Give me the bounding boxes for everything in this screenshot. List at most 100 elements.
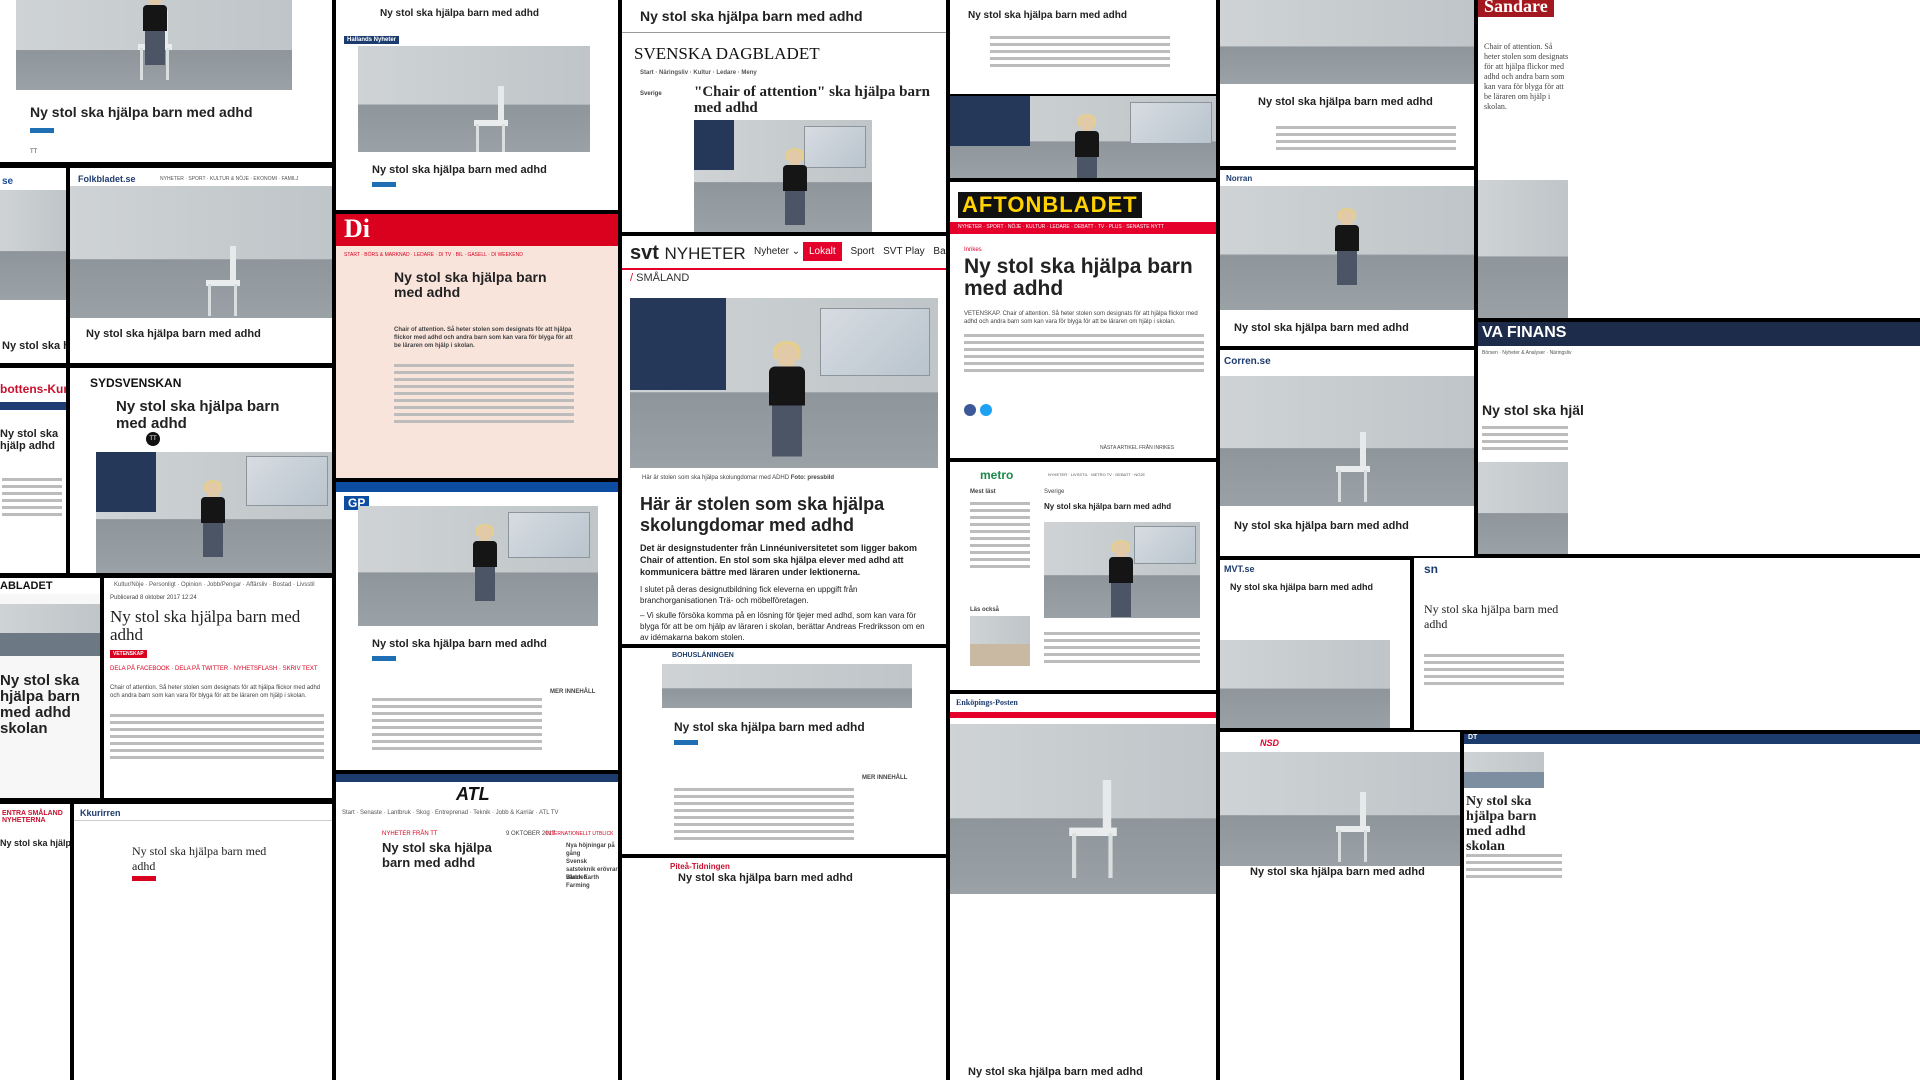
tile-article-08[interactable]: Di START · BÖRS & MARKNAD · LEDARE · DI … [336, 214, 618, 478]
brand-logo: Corren.se [1224, 356, 1271, 367]
top-nav[interactable]: NYHETER · SPORT · KULTUR & NÖJE · EKONOM… [160, 176, 298, 182]
tile-article-10[interactable]: AFTONBLADET NYHETER · SPORT · NÖJE · KUL… [950, 182, 1216, 458]
article-headline[interactable]: Ny stol ska hjälp adhd [0, 428, 66, 452]
tile-article-12[interactable]: SYDSVENSKAN Ny stol ska hjälpa barn med … [70, 368, 332, 573]
article-headline[interactable]: Ny stol ska hjälpa barn med adhd [380, 8, 539, 19]
tile-article-16a[interactable]: Norran Ny stol ska hjälpa barn med adhd [1220, 170, 1474, 346]
tile-article-20[interactable]: Enköpings-Posten Ny stol ska hjälpa barn… [950, 694, 1216, 1080]
twitter-icon[interactable] [980, 404, 992, 416]
chair-image [468, 86, 514, 152]
tile-article-14[interactable]: GP Ny stol ska hjälpa barn med adhd MER … [336, 482, 618, 770]
nav-lokalt[interactable]: Lokalt [802, 242, 842, 261]
top-nav[interactable]: Kultur/Nöje · Personligt · Opinion · Job… [114, 582, 315, 588]
top-nav[interactable]: Start · Näringsliv · Kultur · Ledare · M… [640, 70, 757, 76]
article-headline[interactable]: Ny stol ska hjäl [1482, 402, 1584, 418]
article-headline[interactable]: Ny stol ska hjälpa barn med adhd [1234, 520, 1409, 532]
article-headline[interactable]: Ny stol ska hjälpa barn med adhd [678, 872, 853, 884]
aside-item[interactable]: Black Earth Farming [566, 874, 618, 890]
article-photo [358, 46, 590, 152]
side-photo [970, 616, 1030, 666]
article-photo [694, 120, 872, 232]
article-headline[interactable]: Ny stol ska hjälpa barn med adhd [116, 398, 306, 432]
tile-article-11[interactable]: Ny stol ska hjälpa barn med adhd [1220, 0, 1474, 166]
tile-article-02[interactable]: Ny stol ska hjälpa barn med adhd Halland… [336, 0, 618, 210]
top-nav[interactable]: Börsen · Nyheter & Analyser · Näringsliv [1482, 350, 1572, 356]
tile-article-22[interactable]: sn Ny stol ska hjälpa barn med adhd [1414, 558, 1920, 730]
tile-article-23[interactable]: ATL Start · Senaste · Lantbruk · Skog · … [336, 774, 618, 1080]
tile-article-19[interactable]: BOHUSLÄNINGEN Ny stol ska hjälpa barn me… [622, 648, 946, 854]
top-nav[interactable]: NYHETER · LIVSSTIL · METRO TV · DEBATT ·… [1048, 472, 1145, 477]
tile-article-05[interactable]: Sandare Chair of attention. Så heter sto… [1478, 0, 1920, 318]
article-headline[interactable]: Ny stol ska hjälpa barn med adhd [1258, 96, 1433, 108]
chevron-down-icon[interactable]: ⌄ [792, 246, 800, 257]
top-nav[interactable]: START · BÖRS & MARKNAD · LEDARE · DI TV … [344, 252, 523, 258]
brand-logo: ABLADET [0, 580, 53, 592]
article-headline[interactable]: Ny stol ska hjälpa barn med adhd [1250, 866, 1425, 878]
article-headline[interactable]: Ny stol ska hjälpa barn med adhd skolan [1466, 794, 1562, 854]
tile-article-07[interactable]: se Ny stol ska hjälp [0, 168, 66, 363]
region-label: / SMÅLAND [630, 272, 690, 284]
article-headline[interactable]: Ny stol ska hjälpa barn m [0, 838, 70, 848]
article-headline[interactable]: Ny stol ska hjälpa barn med adhd [1234, 322, 1409, 334]
article-headline[interactable]: Ny stol ska hjälpa barn med adhd [1044, 502, 1171, 511]
article-headline[interactable]: "Chair of attention" ska hjälpa barn med… [694, 84, 934, 116]
article-headline[interactable]: Ny stol ska hjälpa barn med adhd [372, 638, 547, 650]
article-headline[interactable]: Ny stol ska hjälpa barn med adhd [132, 844, 282, 874]
tile-article-18[interactable]: Kultur/Nöje · Personligt · Opinion · Job… [104, 578, 332, 798]
aside-item[interactable]: Nya höjningar på gång [566, 842, 618, 858]
tt-logo-icon: TT [146, 432, 160, 446]
article-photo [662, 664, 912, 708]
brand-logo: Piteå-Tidningen [670, 862, 730, 871]
tile-article-06[interactable]: Folkbladet.se NYHETER · SPORT · KULTUR &… [70, 168, 332, 363]
tile-article-17[interactable]: VA FINANS Börsen · Nyheter & Analyser · … [1478, 322, 1920, 554]
article-headline[interactable]: Här är stolen som ska hjälpa skolungdoma… [640, 494, 930, 536]
category-tag [372, 656, 396, 661]
article-headline[interactable]: Ny stol ska hjälpa barn med adhd [964, 256, 1204, 300]
article-headline[interactable]: Ny stol ska hjälpa barn med adhd [968, 10, 1127, 21]
share-bar[interactable]: DELA PÅ FACEBOOK · DELA PÅ TWITTER · NYH… [110, 666, 318, 672]
article-headline[interactable]: Ny stol ska hjälpa barn med adhd [110, 608, 320, 644]
nav-sport[interactable]: Sport [850, 246, 874, 257]
brand-logo: MVT.se [1224, 564, 1255, 574]
article-headline[interactable]: Ny stol ska hjälpa barn med adhd [674, 720, 865, 734]
next-article[interactable]: NÄSTA ARTIKEL FRÅN INRIKES [1100, 444, 1174, 452]
tile-article-09[interactable]: svt NYHETER Nyheter ⌄ Lokalt Sport SVT P… [622, 236, 946, 644]
tile-article-29[interactable]: DT Ny stol ska hjälpa barn med adhd skol… [1464, 734, 1920, 1080]
article-photo [70, 186, 332, 318]
article-headline[interactable]: Ny stol ska hjälpa barn med adhd [382, 840, 512, 870]
facebook-icon[interactable] [964, 404, 976, 416]
article-headline[interactable]: Ny stol ska hjälpa barn med adhd skolan [0, 673, 100, 737]
article-headline[interactable]: Ny stol ska hjälpa barn med adhd [1230, 582, 1373, 592]
tile-article-16[interactable]: Corren.se Ny stol ska hjälpa barn med ad… [1220, 350, 1474, 556]
top-nav[interactable]: Start · Senaste · Lantbruk · Skog · Entr… [342, 810, 559, 816]
tile-article-13[interactable]: bottens-Kuri Ny stol ska hjälp adhd [0, 368, 66, 573]
nav-nyheter[interactable]: Nyheter [754, 246, 789, 257]
top-nav[interactable]: NYHETER · SPORT · NÖJE · KULTUR · LEDARE… [958, 224, 1164, 230]
nav-svt-play[interactable]: SVT Play [883, 246, 925, 257]
tile-article-26[interactable]: NSD Ny stol ska hjälpa barn med adhd [1220, 732, 1460, 1080]
tile-article-21[interactable]: MVT.se Ny stol ska hjälpa barn med adhd [1220, 560, 1410, 728]
tile-article-24[interactable]: Piteå-Tidningen Ny stol ska hjälpa barn … [622, 858, 946, 1080]
tile-article-28b[interactable]: ENTRA SMÅLAND NYHETERNA Ny stol ska hjäl… [0, 804, 70, 1080]
top-nav[interactable]: Nyheter ⌄ Lokalt Sport SVT Play Barn [754, 242, 946, 261]
tile-article-04[interactable]: Ny stol ska hjälpa barn med adhd [950, 0, 1216, 94]
tile-article-28[interactable]: ABLADET Ny stol ska hjälpa barn med adhd… [0, 578, 100, 798]
article-headline[interactable]: Ny stol ska hjälpa barn med adhd [86, 328, 261, 340]
tile-article-03[interactable]: Ny stol ska hjälpa barn med adhd SVENSKA… [622, 0, 946, 232]
article-lead: Det är designstudenter från Linnéunivers… [640, 543, 918, 577]
article-headline[interactable]: Ny stol ska hjälpa barn med adhd [640, 8, 863, 24]
article-headline[interactable]: Ny stol ska hjälpa barn med adhd [372, 164, 547, 176]
more-content[interactable]: MER INNEHÅLL [862, 774, 907, 782]
tile-article-15[interactable]: metro NYHETER · LIVSSTIL · METRO TV · DE… [950, 462, 1216, 690]
tile-article-27[interactable]: Kkurirren Ny stol ska hjälpa barn med ad… [74, 804, 332, 1080]
article-headline[interactable]: Ny stol ska hjälpa barn med adhd [1424, 602, 1574, 632]
article-headline[interactable]: Ny stol ska hjälpa barn med adhd [394, 270, 574, 300]
article-headline[interactable]: Ny stol ska hjälpa barn med adhd [968, 1066, 1143, 1078]
byline: TT [30, 149, 38, 155]
nav-barn[interactable]: Barn [933, 246, 946, 257]
photo-caption: Här är stolen som ska hjälpa skolungdoma… [642, 475, 835, 481]
tile-article-01[interactable]: Ny stol ska hjälpa barn med adhd TT [0, 0, 332, 162]
more-content[interactable]: MER INNEHÅLL [550, 688, 595, 696]
article-headline[interactable]: Ny stol ska hjälpa barn med adhd [30, 104, 253, 120]
article-headline[interactable]: Ny stol ska hjälp [2, 340, 66, 352]
